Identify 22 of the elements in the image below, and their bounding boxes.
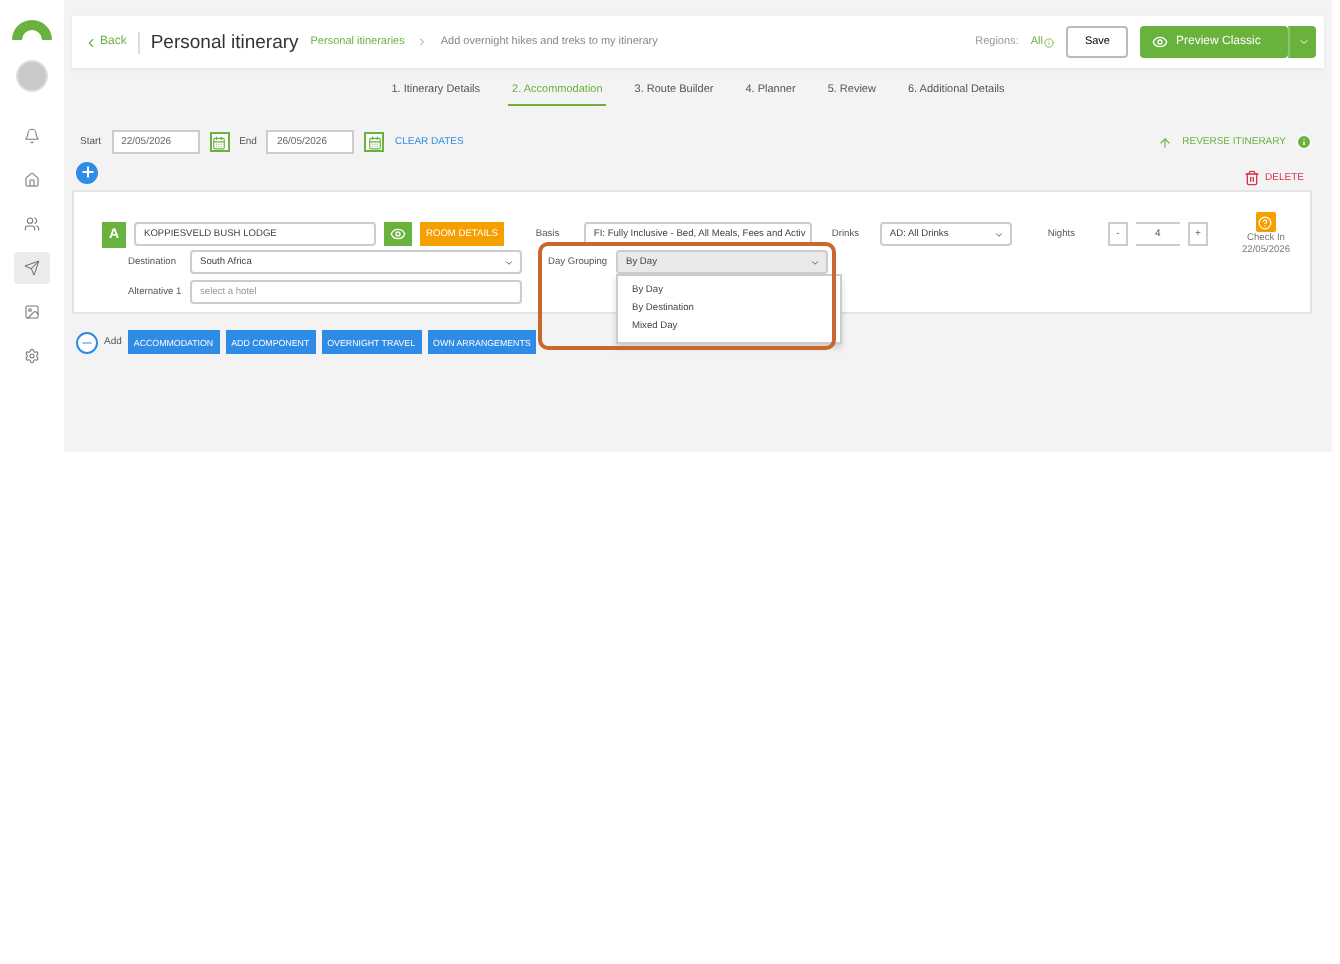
caret-icon bbox=[810, 257, 820, 267]
collapse-button[interactable] bbox=[76, 331, 98, 353]
calendar-icon[interactable] bbox=[364, 132, 385, 152]
send-icon[interactable] bbox=[14, 252, 50, 284]
logo-icon bbox=[8, 16, 56, 40]
chevron-left-icon bbox=[84, 35, 98, 49]
eye-icon bbox=[390, 226, 406, 242]
help-icon[interactable] bbox=[1255, 212, 1276, 232]
view-button[interactable] bbox=[384, 222, 412, 246]
preview-menu-button[interactable] bbox=[1288, 26, 1316, 58]
caret-icon bbox=[1297, 36, 1309, 48]
page-title: Personal itinerary bbox=[138, 31, 299, 53]
caret-icon bbox=[504, 257, 514, 267]
chevron-right-icon bbox=[416, 36, 429, 48]
info-icon[interactable] bbox=[1296, 134, 1312, 150]
avatar[interactable] bbox=[16, 60, 48, 92]
arrow-up-icon bbox=[1158, 135, 1173, 149]
trash-icon bbox=[1243, 170, 1260, 186]
caret-icon bbox=[993, 229, 1004, 239]
eye-icon bbox=[1152, 34, 1168, 50]
calendar-icon[interactable] bbox=[209, 132, 230, 152]
add-button[interactable] bbox=[76, 161, 98, 183]
